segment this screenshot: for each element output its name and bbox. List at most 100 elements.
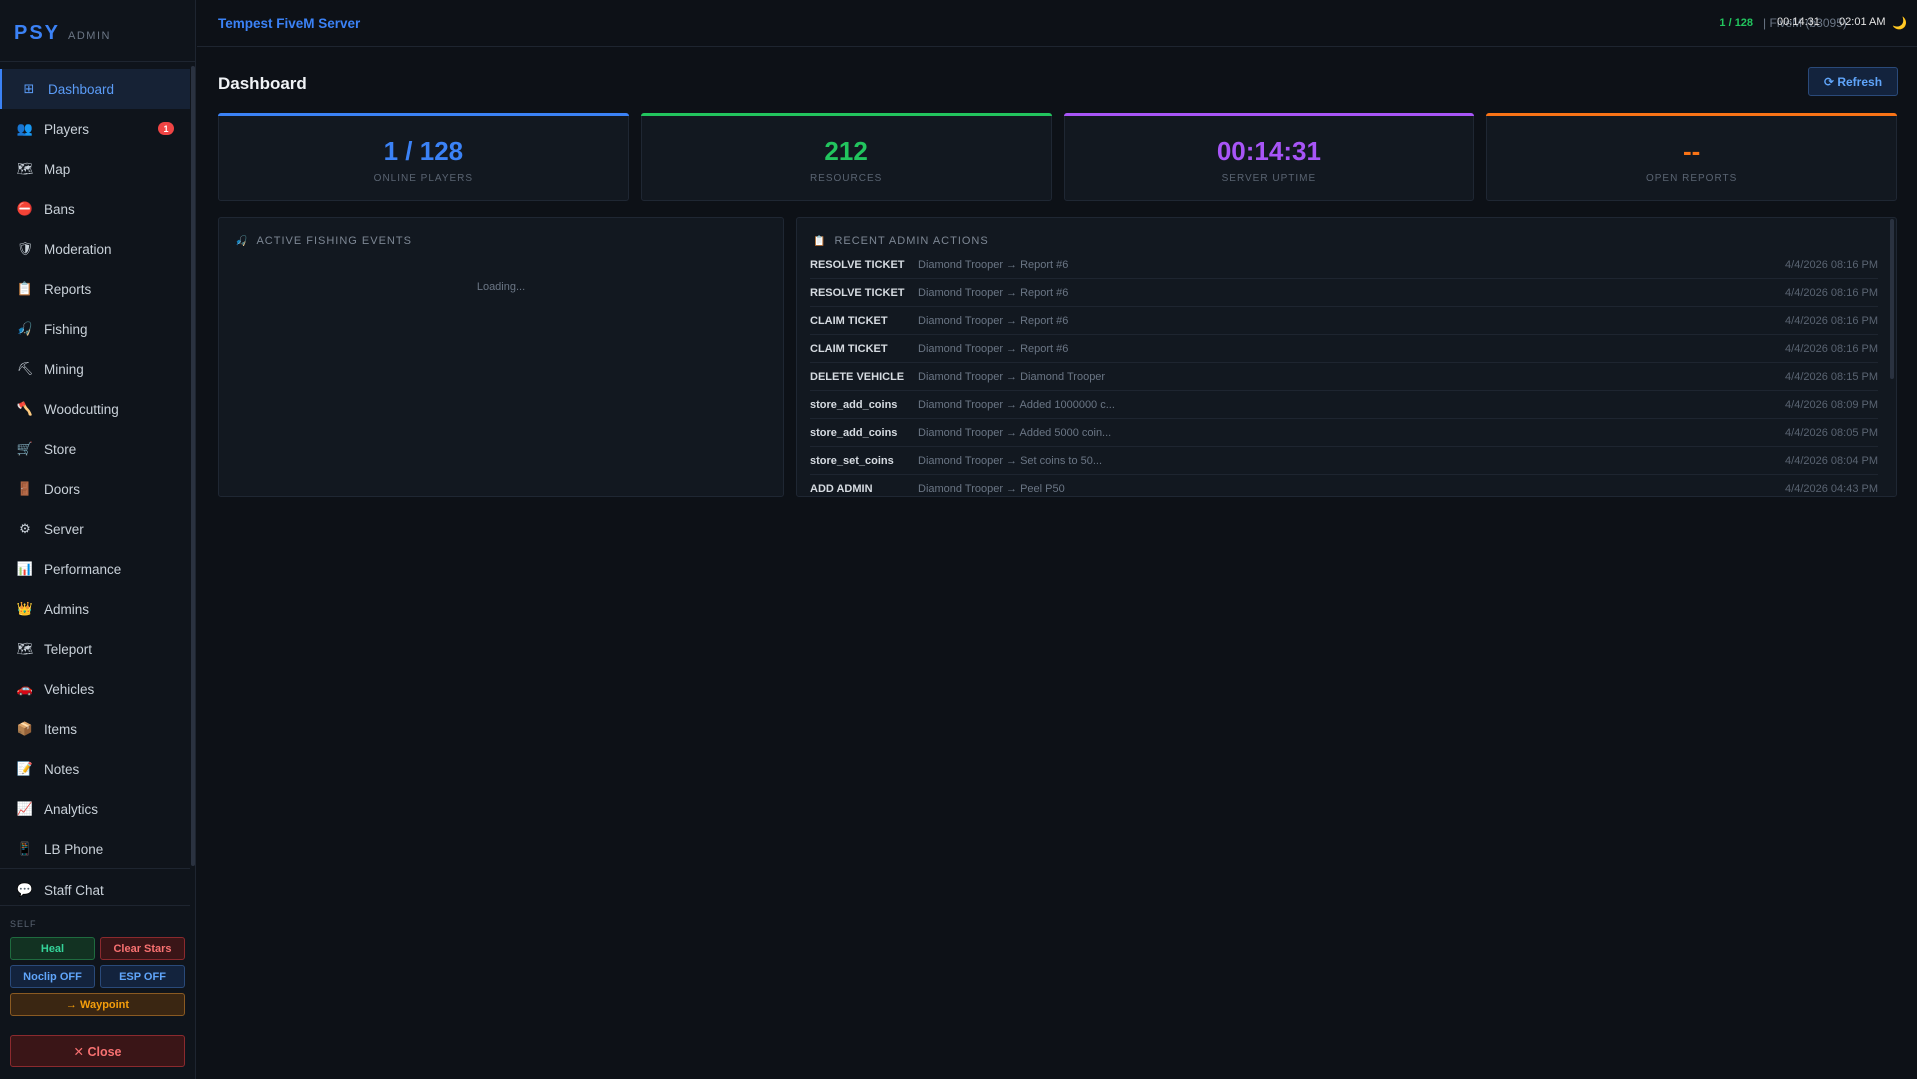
notification-badge: 1 [158,122,174,135]
sidebar-item-items[interactable]: 📦 Items [0,709,190,749]
crown-icon: 👑 [16,601,34,616]
stat-card-open-reports: -- OPEN REPORTS [1486,113,1897,201]
action-type: RESOLVE TICKET [810,258,905,271]
clipboard-icon: 📋 [813,235,827,247]
player-count: 1 / 128 [1719,17,1754,29]
sidebar-item-label: Doors [44,481,81,497]
stat-cards: 1 / 128 ONLINE PLAYERS 212 RESOURCES 00:14:3… [218,113,1897,201]
sidebar-item-teleport[interactable]: 🗺 Teleport [0,629,190,669]
clear-stars-button[interactable]: Clear Stars [100,937,185,960]
panel-title: ACTIVE FISHING EVENTS [256,235,412,247]
waypoint-button[interactable]: → Waypoint [10,993,185,1016]
action-detail: Diamond Trooper → Added 5000 coin... [918,426,1112,439]
divider [0,905,190,906]
sidebar: PSY ADMIN ⊞ Dashboard 👥 Players 1 🗺 Map ⛔ Bans 🛡 M… [0,0,196,1079]
list-item: store_set_coins Diamond Trooper → Set coi… [810,447,1878,475]
fishing-icon: 🎣 [16,321,34,336]
sidebar-item-staff-chat[interactable]: 💬 Staff Chat [0,870,190,910]
sidebar-item-label: Staff Chat [44,882,104,898]
stat-card-online-players: 1 / 128 ONLINE PLAYERS [218,113,629,201]
brand: PSY ADMIN [0,0,195,62]
noclip-toggle-button[interactable]: Noclip OFF [10,965,95,988]
action-time: 4/4/2026 04:43 PM [1785,482,1878,495]
sidebar-item-label: Reports [44,281,92,297]
phone-icon: 📱 [16,841,34,856]
stat-card-resources: 212 RESOURCES [640,113,1052,201]
divider [0,868,190,869]
sidebar-item-players[interactable]: 👥 Players 1 [0,109,190,149]
sidebar-nav: ⊞ Dashboard 👥 Players 1 🗺 Map ⛔ Bans 🛡 Moderation 📋… [0,69,190,869]
sidebar-item-reports[interactable]: 📋 Reports [0,269,190,309]
pickaxe-icon: ⛏ [16,361,34,376]
heal-button[interactable]: Heal [10,937,95,960]
sidebar-item-mining[interactable]: ⛏ Mining [0,349,190,389]
action-time: 4/4/2026 08:16 PM [1785,314,1878,327]
sidebar-item-moderation[interactable]: 🛡 Moderation [0,229,190,269]
action-detail: Diamond Trooper → Report #6 [918,342,1069,355]
sidebar-item-doors[interactable]: 🚪 Doors [0,469,190,509]
sidebar-item-analytics[interactable]: 📈 Analytics [0,789,190,829]
sidebar-item-admins[interactable]: 👑 Admins [0,589,190,629]
chat-icon: 💬 [16,882,34,897]
list-item: store_add_coins Diamond Trooper → Added 5… [810,419,1878,447]
panel-header: 🎣 ACTIVE FISHING EVENTS [235,235,412,247]
action-detail: Diamond Trooper → Report #6 [918,286,1069,299]
action-time: 4/4/2026 08:16 PM [1785,342,1878,355]
action-type: CLAIM TICKET [810,342,888,355]
action-detail: Diamond Trooper → Report #6 [918,314,1069,327]
action-time: 4/4/2026 08:15 PM [1785,370,1878,383]
uptime-readout: 00:14:31 [1777,16,1820,28]
sidebar-item-dashboard[interactable]: ⊞ Dashboard [0,69,190,109]
sidebar-item-label: Dashboard [48,81,115,97]
sidebar-item-label: Vehicles [44,681,95,697]
action-type: store_set_coins [810,454,894,467]
close-button[interactable]: ✕ Close [10,1035,185,1067]
panel-title: RECENT ADMIN ACTIONS [834,235,989,247]
main-content: Dashboard ⟳ Refresh 1 / 128 ONLINE PLAYER… [197,48,1917,1079]
map-icon: 🗺 [16,161,34,176]
esp-toggle-button[interactable]: ESP OFF [100,965,185,988]
sidebar-item-store[interactable]: 🛒 Store [0,429,190,469]
sidebar-item-label: Performance [44,561,122,577]
stat-label: ONLINE PLAYERS [373,173,474,184]
analytics-icon: 📈 [16,801,34,816]
list-item: CLAIM TICKET Diamond Trooper → Report #6 4… [810,307,1878,335]
loading-text: Loading... [476,281,526,293]
sidebar-item-woodcutting[interactable]: 🪓 Woodcutting [0,389,190,429]
refresh-button[interactable]: ⟳ Refresh [1808,67,1898,96]
stat-label: OPEN REPORTS [1645,173,1738,184]
sidebar-item-vehicles[interactable]: 🚗 Vehicles [0,669,190,709]
server-name: Tempest FiveM Server [218,16,361,31]
action-type: CLAIM TICKET [810,314,888,327]
door-icon: 🚪 [16,481,34,496]
sidebar-item-lb-phone[interactable]: 📱 LB Phone [0,829,190,869]
sidebar-item-label: LB Phone [44,841,104,857]
action-type: RESOLVE TICKET [810,286,905,299]
panel-scrollbar[interactable] [1890,219,1894,379]
sidebar-item-notes[interactable]: 📝 Notes [0,749,190,789]
dashboard-icon: ⊞ [23,81,35,96]
sidebar-item-label: Players [44,121,90,137]
sidebar-item-fishing[interactable]: 🎣 Fishing [0,309,190,349]
sidebar-item-server[interactable]: ⚙ Server [0,509,190,549]
list-item: RESOLVE TICKET Diamond Trooper → Report #… [810,251,1878,279]
action-time: 4/4/2026 08:09 PM [1785,398,1878,411]
page-title: Dashboard [218,74,307,93]
server-status: 1 / 128 | FiveM (b3095) 00:14:31 02:01 A… [1719,16,1907,30]
sidebar-scrollbar[interactable] [191,66,195,866]
action-type: DELETE VEHICLE [810,370,905,383]
action-detail: Diamond Trooper → Added 1000000 c... [918,398,1115,411]
top-bar: Tempest FiveM Server 1 / 128 | FiveM (b3… [197,0,1917,47]
panel-header: 📋 RECENT ADMIN ACTIONS [813,235,989,247]
stat-label: SERVER UPTIME [1221,173,1317,184]
action-time: 4/4/2026 08:04 PM [1785,454,1878,467]
sidebar-item-performance[interactable]: 📊 Performance [0,549,190,589]
sidebar-item-label: Analytics [44,801,99,817]
list-item: store_add_coins Diamond Trooper → Added 1… [810,391,1878,419]
box-icon: 📦 [16,721,34,736]
sidebar-item-map[interactable]: 🗺 Map [0,149,190,189]
sidebar-item-bans[interactable]: ⛔ Bans [0,189,190,229]
sidebar-item-label: Server [44,521,84,537]
action-time: 4/4/2026 08:05 PM [1785,426,1878,439]
car-icon: 🚗 [16,681,34,696]
